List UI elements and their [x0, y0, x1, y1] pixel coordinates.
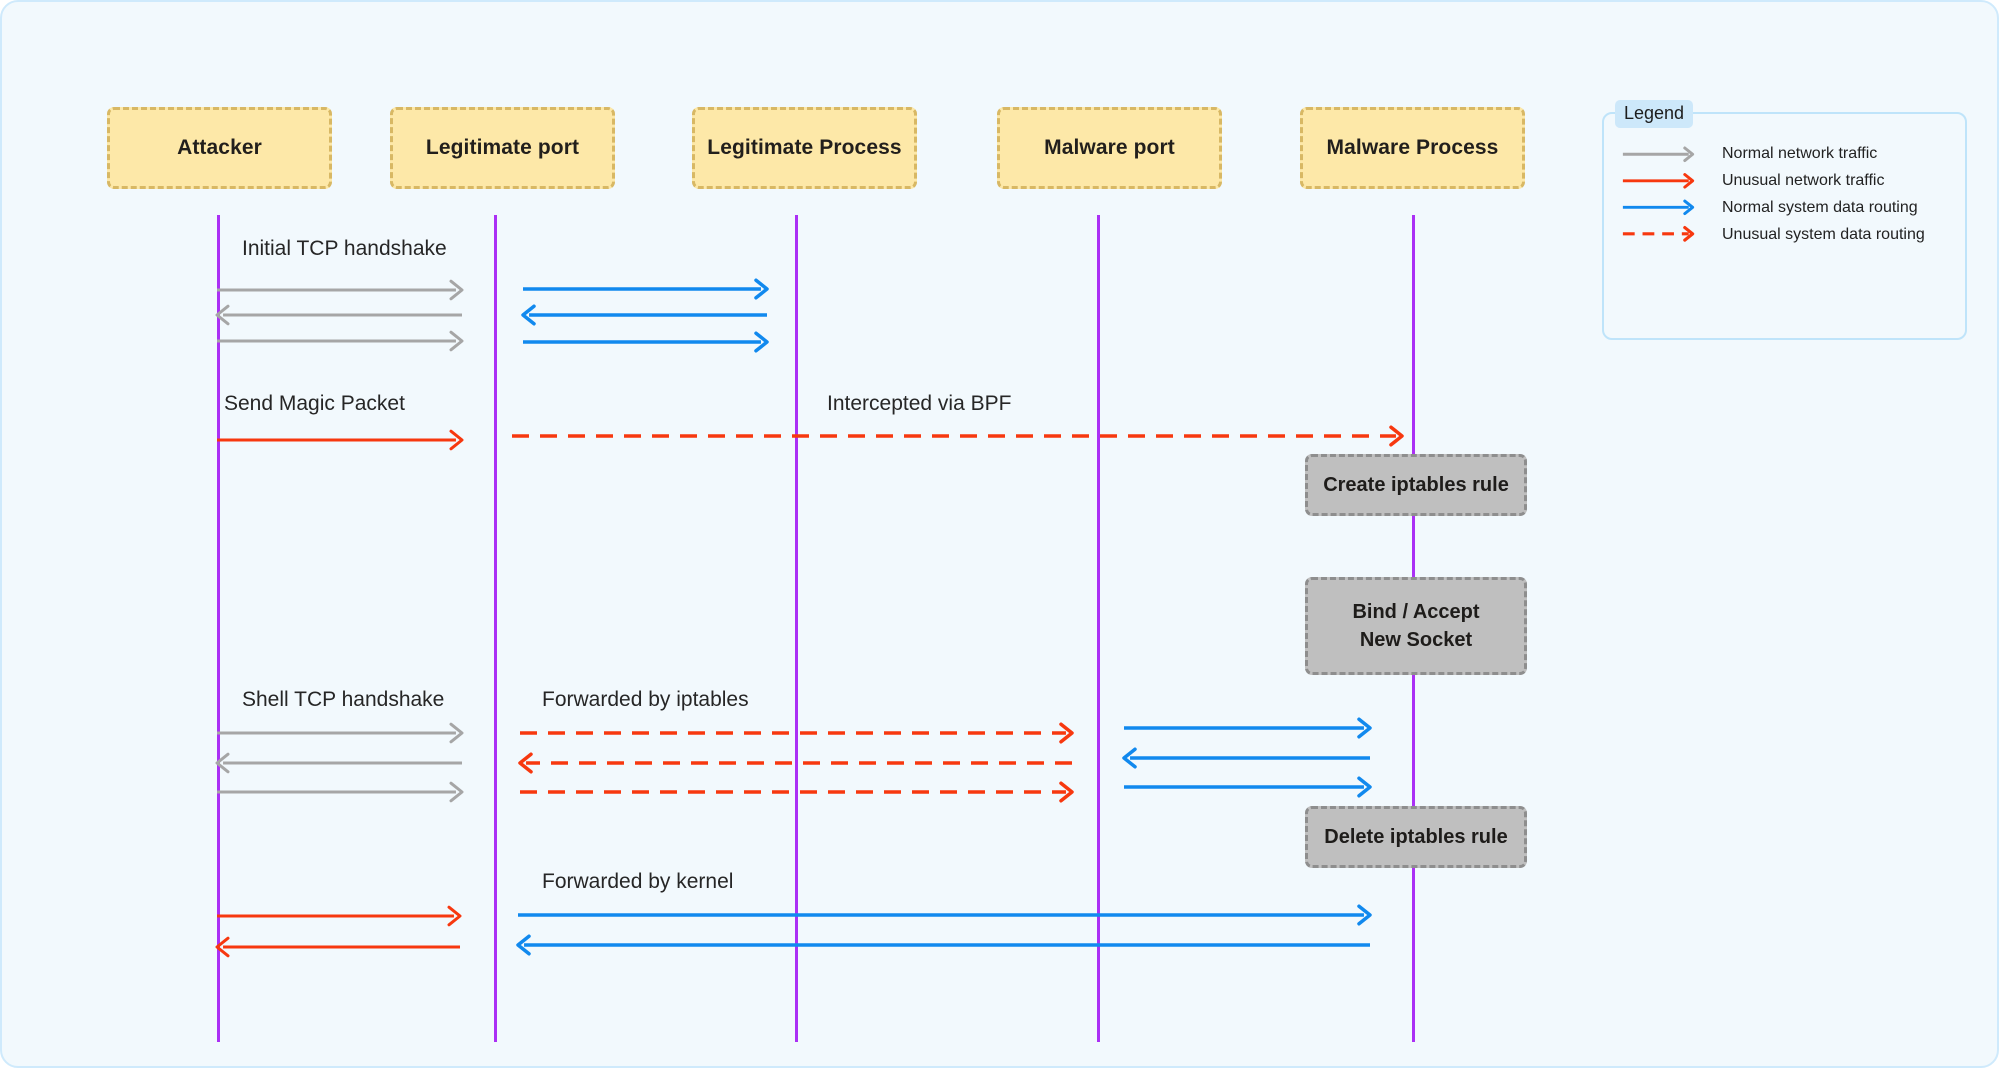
lifeline-legit_port — [494, 215, 497, 1042]
note-box-line: Delete iptables rule — [1324, 825, 1508, 848]
message-arrow-f3 — [1124, 776, 1372, 798]
message-label-shell_tcp_handshake: Shell TCP handshake — [242, 688, 445, 711]
message-arrow-d3 — [217, 781, 464, 803]
message-arrow-h2 — [516, 934, 1370, 956]
legend-normal-network-swatch — [1622, 146, 1695, 163]
message-arrow-a3 — [217, 330, 464, 352]
message-arrow-b1 — [523, 278, 769, 300]
message-arrow-b3 — [523, 331, 769, 353]
participant-legit_port[interactable]: Legitimate port — [390, 107, 615, 189]
message-arrow-d1 — [217, 722, 464, 744]
legend-panel: Legend Normal network traffic Unusual net… — [1602, 100, 1967, 340]
message-arrow-b2 — [521, 304, 767, 326]
message-arrow-d2 — [215, 752, 462, 774]
participant-label: Legitimate Process — [707, 136, 902, 159]
message-arrow-g1 — [217, 905, 462, 927]
message-arrow-f2 — [1122, 747, 1370, 769]
legend-entry-label: Normal network traffic — [1722, 145, 1878, 162]
legend-entry-label: Unusual network traffic — [1722, 172, 1885, 189]
note-box-delete_rule[interactable]: Delete iptables rule — [1305, 806, 1527, 868]
note-box-line: Bind / Accept — [1352, 600, 1480, 623]
message-arrow-c2 — [512, 425, 1404, 447]
participant-label: Malware port — [1044, 136, 1175, 159]
participant-label: Attacker — [177, 136, 262, 159]
legend-unusual-system-swatch — [1622, 225, 1695, 242]
note-box-line: Create iptables rule — [1323, 473, 1509, 496]
participant-attacker[interactable]: Attacker — [107, 107, 332, 189]
message-arrow-h1 — [518, 904, 1372, 926]
message-arrow-a1 — [217, 279, 464, 301]
message-label-forwarded_by_kernel: Forwarded by kernel — [542, 870, 734, 893]
lifeline-mal_port — [1097, 215, 1100, 1042]
participant-mal_proc[interactable]: Malware Process — [1300, 107, 1525, 189]
note-box-create_rule[interactable]: Create iptables rule — [1305, 454, 1527, 516]
note-box-bind_accept[interactable]: Bind / Accept New Socket — [1305, 577, 1527, 675]
message-label-intercepted_via_bpf: Intercepted via BPF — [827, 392, 1012, 415]
legend-normal-system: Normal system data routing — [1722, 199, 1918, 217]
participant-label: Legitimate port — [425, 136, 580, 159]
lifeline-legit_proc — [795, 215, 798, 1042]
message-label-send_magic_packet: Send Magic Packet — [224, 392, 405, 415]
legend-normal-network: Normal network traffic — [1722, 145, 1877, 163]
message-label-forwarded_by_iptables: Forwarded by iptables — [542, 688, 749, 711]
legend-unusual-network: Unusual network traffic — [1722, 172, 1884, 190]
legend-unusual-network-swatch — [1622, 173, 1695, 189]
participant-legit_proc[interactable]: Legitimate Process — [692, 107, 917, 189]
sequence-diagram-canvas: Attacker Legitimate port Legitimate Proces… — [0, 0, 1999, 1068]
legend-entry-label: Normal system data routing — [1722, 199, 1918, 216]
participant-label: Malware Process — [1326, 136, 1499, 159]
message-arrow-c1 — [217, 429, 464, 451]
message-arrow-f1 — [1124, 717, 1372, 739]
message-arrow-a2 — [215, 304, 462, 326]
note-box-line: New Socket — [1359, 629, 1473, 651]
legend-entry-label: Unusual system data routing — [1722, 226, 1925, 243]
participant-mal_port[interactable]: Malware port — [997, 107, 1222, 189]
lifeline-attacker — [217, 215, 220, 1042]
message-label-initial_tcp_handshake: Initial TCP handshake — [242, 237, 447, 260]
legend-unusual-system: Unusual system data routing — [1722, 226, 1925, 244]
legend-normal-system-swatch — [1622, 199, 1695, 216]
message-arrow-g2 — [215, 936, 460, 958]
